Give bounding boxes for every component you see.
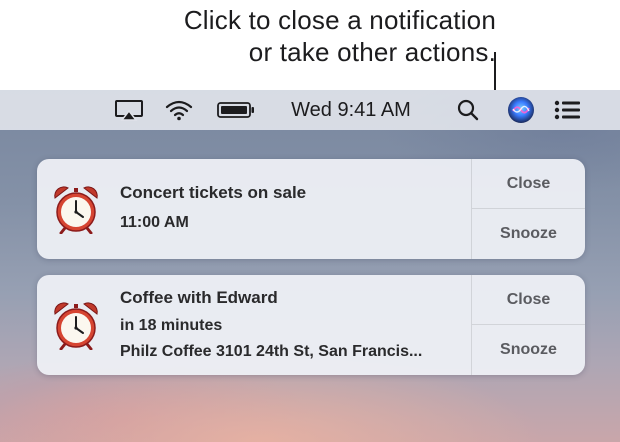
notification-actions: Close Snooze [471,275,585,375]
airplay-icon[interactable] [112,90,146,130]
close-button[interactable]: Close [472,159,585,209]
desktop-background: Wed 9:41 AM Concert tickets on sale 11:0… [0,90,620,442]
snooze-button[interactable]: Snooze [472,209,585,259]
siri-icon[interactable] [505,90,537,130]
battery-icon[interactable] [214,90,258,130]
callout-annotation: Click to close a notification or take ot… [0,4,496,68]
notification-time: 11:00 AM [120,214,189,231]
notification-time: in 18 minutes [120,317,223,334]
alarm-clock-icon [51,184,101,235]
notification-title: Concert tickets on sale [120,183,307,202]
notification-concert-tickets[interactable]: Concert tickets on sale 11:00 AM Close S… [37,159,585,259]
spotlight-search-icon[interactable] [453,90,483,130]
wifi-icon[interactable] [162,90,196,130]
notification-center-icon[interactable] [550,90,584,130]
alarm-clock-icon [51,300,101,351]
notification-location: Philz Coffee 3101 24th St, San Francis..… [120,343,423,360]
notification-title: Coffee with Edward [120,288,278,307]
snooze-button[interactable]: Snooze [472,325,585,375]
notification-coffee-with-edward[interactable]: Coffee with Edward in 18 minutes Philz C… [37,275,585,375]
callout-line-2: or take other actions. [248,37,496,67]
menu-bar-clock[interactable]: Wed 9:41 AM [276,90,426,130]
close-button[interactable]: Close [472,275,585,325]
notification-actions: Close Snooze [471,159,585,259]
menu-bar: Wed 9:41 AM [0,90,620,130]
callout-line-1: Click to close a notification [183,5,496,35]
